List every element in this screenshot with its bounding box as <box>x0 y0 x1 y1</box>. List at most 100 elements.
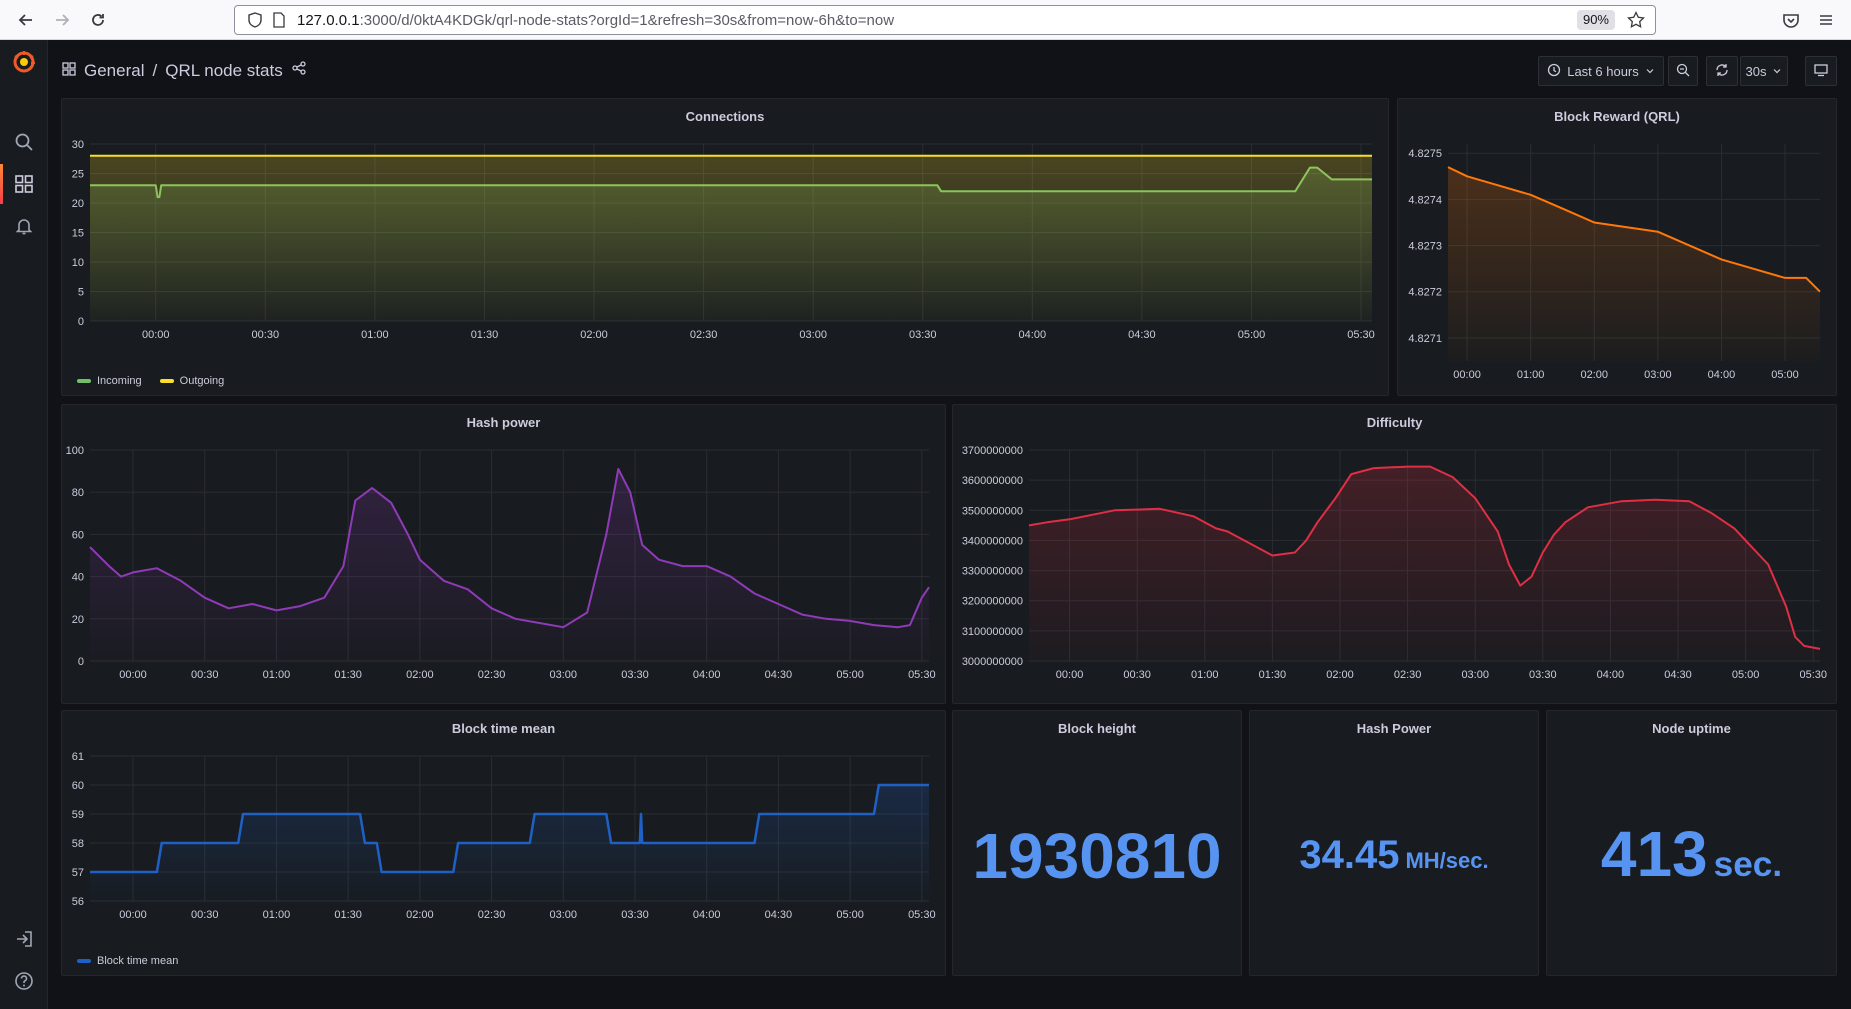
x-tick-label: 02:00 <box>406 909 434 921</box>
x-tick-label: 01:30 <box>1259 669 1287 681</box>
panel-title[interactable]: Node uptime <box>1547 721 1836 736</box>
search-icon[interactable] <box>12 130 36 154</box>
hash-power-stat-panel[interactable]: Hash Power 34.45 MH/sec. <box>1249 710 1539 976</box>
x-tick-label: 02:30 <box>1394 669 1422 681</box>
block-time-panel[interactable]: Block time mean 56 57 58 59 60 61 00:00 00:30 01… <box>61 710 946 976</box>
x-tick-label: 01:00 <box>361 329 389 341</box>
panel-title[interactable]: Block height <box>953 721 1241 736</box>
clock-icon <box>1547 63 1561 80</box>
y-tick-label: 3100000000 <box>962 626 1023 638</box>
x-tick-label: 03:00 <box>799 329 827 341</box>
y-tick-label: 61 <box>72 751 84 763</box>
x-tick-label: 03:30 <box>621 909 649 921</box>
breadcrumb-folder[interactable]: General <box>84 61 144 81</box>
x-tick-label: 00:00 <box>119 909 147 921</box>
stat-number: 34.45 <box>1299 833 1400 877</box>
breadcrumb: General / QRL node stats <box>62 60 307 81</box>
y-tick-label: 4.8274 <box>1408 194 1442 206</box>
y-tick-label: 60 <box>72 780 84 792</box>
x-tick-label: 02:00 <box>580 329 608 341</box>
y-tick-label: 20 <box>72 198 84 210</box>
block-height-panel[interactable]: Block height 1930810 <box>952 710 1242 976</box>
legend-item-incoming[interactable]: Incoming <box>77 375 142 387</box>
share-icon[interactable] <box>291 60 307 81</box>
hash-power-panel[interactable]: Hash power 0 20 40 60 80 100 00:00 00:30 01:00 01… <box>61 404 946 704</box>
x-tick-label: 03:00 <box>1461 669 1489 681</box>
bookmark-star-icon[interactable] <box>1627 10 1645 34</box>
x-tick-label: 05:30 <box>1347 329 1375 341</box>
y-tick-label: 20 <box>72 614 84 626</box>
difficulty-panel[interactable]: Difficulty 3000000000 3100000000 320000000… <box>952 404 1837 704</box>
x-tick-label: 00:00 <box>142 329 170 341</box>
y-tick-label: 40 <box>72 572 84 584</box>
dashboards-icon[interactable] <box>12 172 36 196</box>
x-tick-label: 00:30 <box>252 329 280 341</box>
series-area <box>90 469 929 661</box>
active-indicator <box>0 164 3 204</box>
stat-number: 413 <box>1600 818 1708 890</box>
legend-swatch <box>159 379 174 383</box>
x-tick-label: 02:00 <box>1580 369 1608 381</box>
x-tick-label: 03:30 <box>909 329 937 341</box>
legend-label: Incoming <box>97 375 142 387</box>
address-bar[interactable]: 127.0.0.1:3000/d/0ktA4KDGk/qrl-node-stat… <box>234 5 1656 35</box>
shield-icon[interactable] <box>247 12 263 33</box>
back-arrow-icon[interactable] <box>14 8 38 32</box>
legend-item-outgoing[interactable]: Outgoing <box>159 375 224 387</box>
zoom-level-badge[interactable]: 90% <box>1576 10 1615 30</box>
dashboard-grid-icon <box>62 61 76 81</box>
node-uptime-value: 413 sec. <box>1547 817 1836 891</box>
legend-swatch <box>77 379 91 383</box>
connections-legend: Incoming Outgoing <box>77 375 224 387</box>
reload-icon[interactable] <box>86 8 110 32</box>
y-tick-label: 100 <box>66 445 84 457</box>
y-tick-label: 3000000000 <box>962 656 1023 668</box>
y-tick-label: 59 <box>72 809 84 821</box>
pocket-icon[interactable] <box>1779 8 1803 32</box>
series-area <box>1029 466 1820 661</box>
sign-in-icon[interactable] <box>12 927 36 951</box>
stat-unit: sec. <box>1713 845 1783 884</box>
x-tick-label: 00:00 <box>119 669 147 681</box>
x-tick-label: 05:00 <box>836 669 864 681</box>
y-tick-label: 30 <box>72 139 84 151</box>
x-tick-label: 05:30 <box>908 669 936 681</box>
node-uptime-panel[interactable]: Node uptime 413 sec. <box>1546 710 1837 976</box>
x-tick-label: 00:30 <box>1123 669 1151 681</box>
y-tick-label: 5 <box>78 287 84 299</box>
refresh-button[interactable] <box>1706 56 1738 86</box>
y-tick-label: 4.8272 <box>1408 287 1442 299</box>
connections-chart: 0 5 10 15 20 25 30 00:00 00:30 01:00 01:30 02:00 02:… <box>72 139 1375 341</box>
tv-mode-button[interactable] <box>1805 56 1837 86</box>
forward-arrow-icon[interactable] <box>50 8 74 32</box>
app-menu-icon[interactable] <box>1814 8 1838 32</box>
panel-title[interactable]: Hash Power <box>1250 721 1538 736</box>
refresh-interval-picker[interactable]: 30s <box>1740 56 1788 86</box>
bell-icon[interactable] <box>12 214 36 238</box>
block-reward-chart: 4.8271 4.8272 4.8273 4.8274 4.8275 00:00 01:00… <box>1408 144 1821 381</box>
y-tick-label: 0 <box>78 316 84 328</box>
legend-item-block-time[interactable]: Block time mean <box>77 955 178 967</box>
y-tick-label: 0 <box>78 656 84 668</box>
x-tick-label: 04:00 <box>1019 329 1047 341</box>
x-tick-label: 03:30 <box>1529 669 1557 681</box>
connections-panel[interactable]: Connections 0 5 10 15 20 25 30 00:00 00:30 01:00 0… <box>61 98 1389 396</box>
hash-power-value: 34.45 MH/sec. <box>1250 833 1538 878</box>
x-tick-label: 03:00 <box>1644 369 1672 381</box>
time-picker-button[interactable]: Last 6 hours <box>1538 56 1664 86</box>
y-tick-label: 80 <box>72 487 84 499</box>
help-icon[interactable] <box>12 969 36 993</box>
zoom-out-button[interactable] <box>1668 56 1698 86</box>
time-range-label: Last 6 hours <box>1567 63 1639 79</box>
monitor-icon <box>1814 63 1828 80</box>
x-tick-label: 05:00 <box>1771 369 1799 381</box>
chevron-down-icon <box>1772 64 1782 79</box>
stat-unit: MH/sec. <box>1405 848 1489 873</box>
x-tick-label: 02:30 <box>690 329 718 341</box>
grafana-logo-icon[interactable] <box>12 50 36 74</box>
series-line <box>89 468 930 629</box>
x-tick-label: 04:00 <box>1708 369 1736 381</box>
block-reward-panel[interactable]: Block Reward (QRL) 4.8271 4.8272 4.8273 4.8… <box>1397 98 1837 396</box>
x-tick-label: 05:00 <box>836 909 864 921</box>
page-title[interactable]: QRL node stats <box>165 61 283 81</box>
